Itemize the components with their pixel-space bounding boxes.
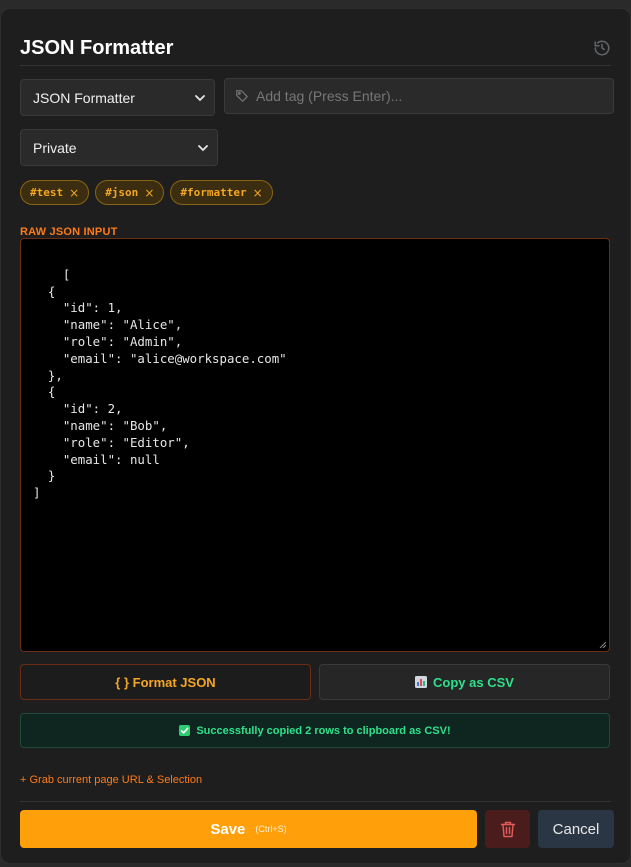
save-button[interactable]: Save (Ctrl+S)	[20, 810, 477, 848]
json-input-content: [ { "id": 1, "name": "Alice", "role": "A…	[33, 266, 287, 501]
tag-icon	[236, 90, 248, 102]
format-json-button[interactable]: { } Format JSON	[20, 664, 311, 700]
visibility-select-value: Private	[33, 139, 77, 156]
chevron-down-icon	[195, 95, 205, 102]
cancel-button[interactable]: Cancel	[538, 810, 614, 848]
copy-csv-button[interactable]: Copy as CSV	[319, 664, 610, 700]
format-json-label: { } Format JSON	[115, 674, 216, 690]
success-alert: Successfully copied 2 rows to clipboard …	[20, 713, 610, 748]
tag-input-placeholder: Add tag (Press Enter)...	[256, 88, 403, 104]
tag-chip: #json ×	[95, 180, 165, 205]
delete-button[interactable]	[485, 810, 530, 848]
close-icon[interactable]: ×	[253, 186, 263, 200]
bar-chart-icon	[415, 676, 428, 688]
copy-csv-label: Copy as CSV	[433, 674, 514, 690]
tool-select[interactable]: JSON Formatter	[20, 79, 215, 116]
save-label: Save	[210, 820, 246, 838]
tag-input[interactable]: Add tag (Press Enter)...	[224, 78, 614, 114]
chevron-down-icon	[198, 145, 208, 152]
json-input-textarea[interactable]: [ { "id": 1, "name": "Alice", "role": "A…	[20, 238, 610, 652]
success-message: Successfully copied 2 rows to clipboard …	[196, 724, 451, 737]
close-icon[interactable]: ×	[69, 186, 79, 200]
tag-label: #test	[30, 186, 64, 199]
tool-select-value: JSON Formatter	[33, 89, 135, 106]
header-divider	[20, 65, 611, 66]
action-buttons: { } Format JSON Copy as CSV	[20, 664, 610, 700]
close-icon[interactable]: ×	[144, 186, 154, 200]
page-title: JSON Formatter	[20, 36, 174, 59]
tag-chip: #test ×	[20, 180, 90, 205]
tag-label: #json	[105, 186, 139, 199]
formatter-panel: JSON Formatter JSON Formatter Add tag (P…	[0, 8, 631, 864]
save-shortcut-hint: (Ctrl+S)	[255, 824, 287, 834]
check-icon	[179, 725, 191, 736]
grab-page-link[interactable]: + Grab current page URL & Selection	[20, 774, 202, 786]
history-icon[interactable]	[593, 39, 611, 57]
tag-label: #formatter	[180, 186, 247, 199]
tag-chip: #formatter ×	[170, 180, 273, 205]
tag-list: #test × #json × #formatter ×	[20, 180, 273, 205]
panel-header: JSON Formatter	[20, 31, 611, 65]
trash-icon	[500, 821, 515, 837]
editor-label: RAW JSON INPUT	[20, 226, 118, 238]
cancel-label: Cancel	[552, 820, 600, 838]
footer-divider	[20, 801, 611, 802]
resize-handle-icon[interactable]	[599, 641, 606, 648]
visibility-select[interactable]: Private	[20, 129, 218, 166]
